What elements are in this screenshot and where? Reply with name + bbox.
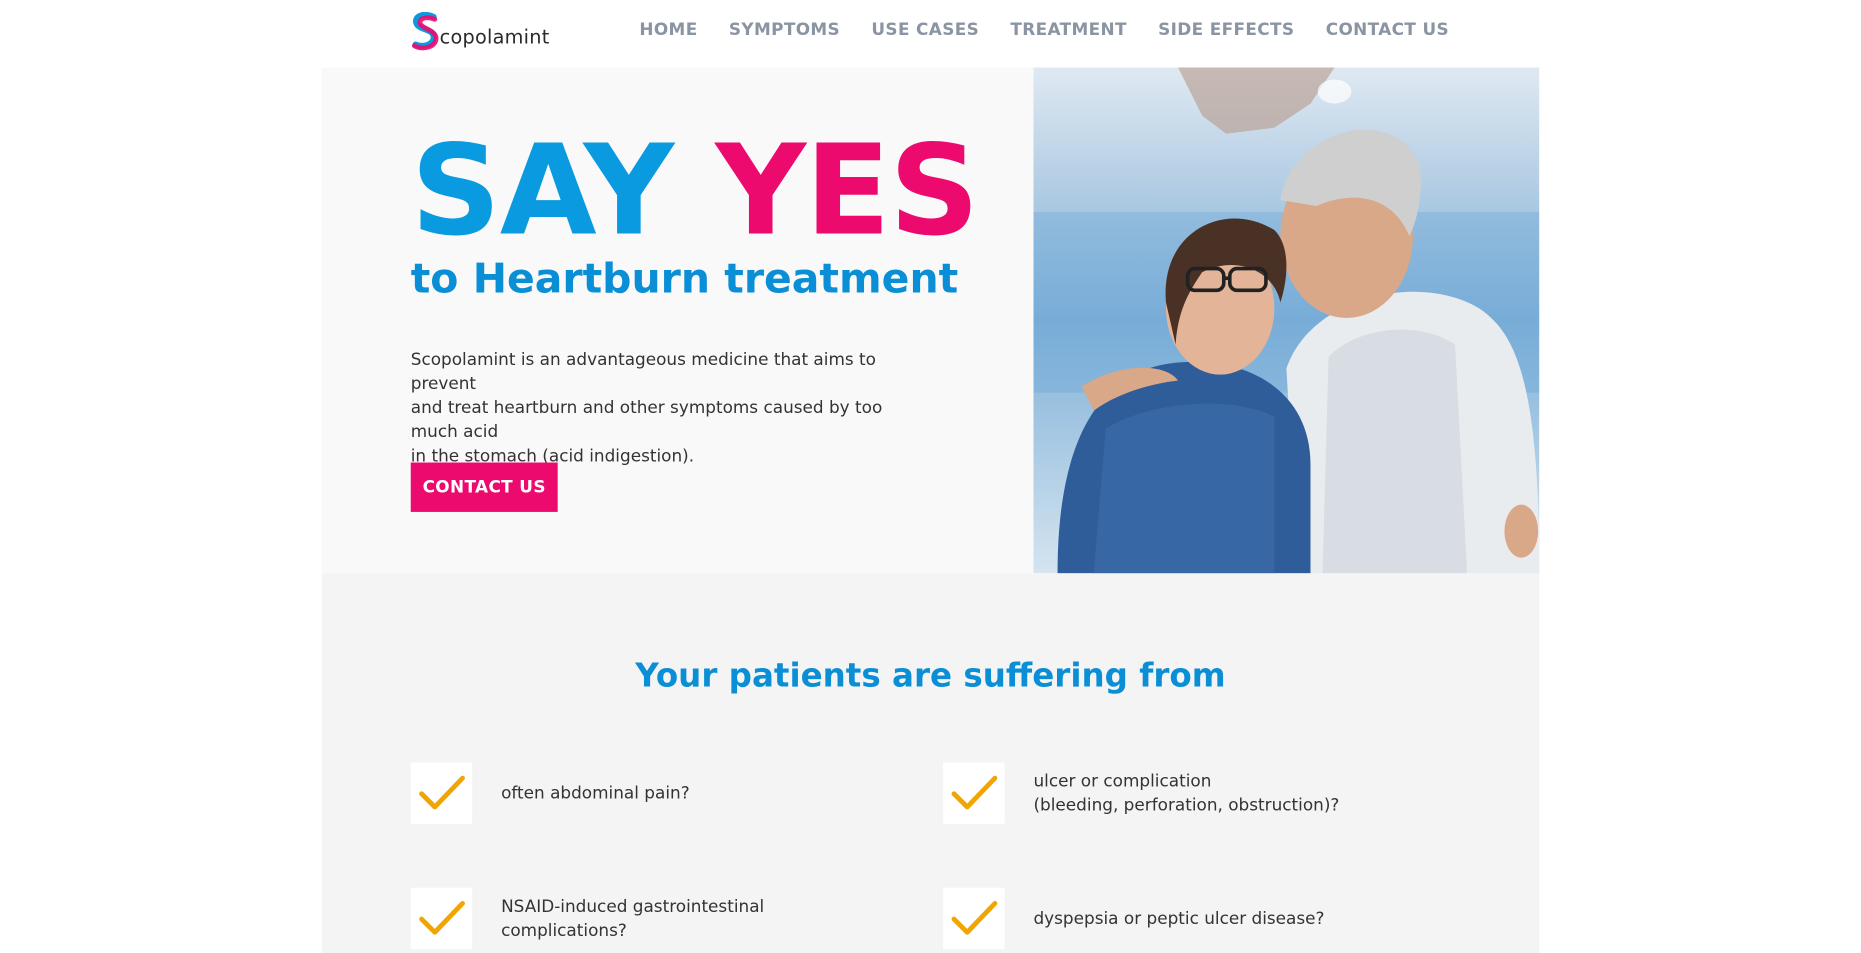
checkmark-icon xyxy=(943,762,1005,824)
symptom-text: dyspepsia or peptic ulcer disease? xyxy=(1033,906,1324,930)
checkmark-icon xyxy=(410,887,473,950)
hero-subtitle: to Heartburn treatment xyxy=(410,255,959,304)
hero-couple-photo xyxy=(1033,67,1540,574)
symptom-text-line: NSAID-induced gastrointestinal xyxy=(501,896,765,917)
nav-home[interactable]: HOME xyxy=(639,20,697,39)
hero-content: SAY YES to Heartburn treatment Scopolami… xyxy=(410,67,1013,573)
symptom-text: ulcer or complication (bleeding, perfora… xyxy=(1033,769,1339,817)
symptom-text-line: often abdominal pain? xyxy=(501,783,690,803)
contact-us-button[interactable]: CONTACT US xyxy=(410,462,558,512)
hero-description: Scopolamint is an advantageous medicine … xyxy=(411,348,923,468)
hero-title: SAY YES xyxy=(411,121,980,260)
checkmark-icon xyxy=(410,762,473,824)
nav-side-effects[interactable]: SIDE EFFECTS xyxy=(1158,20,1294,39)
hero-description-line: and treat heartburn and other symptoms c… xyxy=(410,398,883,443)
symptom-text-line: dyspepsia or peptic ulcer disease? xyxy=(1033,908,1325,929)
symptom-text-line: ulcer or complication xyxy=(1033,771,1212,791)
hero-section: SAY YES to Heartburn treatment Scopolami… xyxy=(321,67,1540,574)
symptom-item: dyspepsia or peptic ulcer disease? xyxy=(943,887,1325,950)
site-header: copolamint HOME SYMPTOMS USE CASES TREAT… xyxy=(0,0,1861,68)
logo-s-icon xyxy=(411,11,440,51)
hero-title-say: SAY xyxy=(410,116,674,264)
symptom-item: ulcer or complication (bleeding, perfora… xyxy=(943,762,1339,824)
hero-title-yes: YES xyxy=(715,116,979,264)
symptom-text: often abdominal pain? xyxy=(501,781,690,805)
nav-symptoms[interactable]: SYMPTOMS xyxy=(729,20,840,39)
symptom-text: NSAID-induced gastrointestinal complicat… xyxy=(501,894,764,942)
nav-treatment[interactable]: TREATMENT xyxy=(1010,20,1126,39)
symptom-text-line: complications? xyxy=(501,920,627,941)
checkmark-icon xyxy=(943,887,1005,950)
brand-logo[interactable]: copolamint xyxy=(411,10,550,51)
hero-description-line: Scopolamint is an advantageous medicine … xyxy=(410,350,876,394)
main-nav: HOME SYMPTOMS USE CASES TREATMENT SIDE E… xyxy=(639,20,1449,39)
nav-use-cases[interactable]: USE CASES xyxy=(871,20,979,39)
symptoms-section: Your patients are suffering from often a… xyxy=(321,573,1540,953)
symptom-item: NSAID-induced gastrointestinal complicat… xyxy=(410,887,764,950)
nav-contact-us[interactable]: CONTACT US xyxy=(1326,20,1449,39)
symptom-item: often abdominal pain? xyxy=(410,762,690,824)
brand-name: copolamint xyxy=(439,25,550,49)
symptoms-title: Your patients are suffering from xyxy=(635,657,1226,695)
symptom-text-line: (bleeding, perforation, obstruction)? xyxy=(1033,795,1340,815)
